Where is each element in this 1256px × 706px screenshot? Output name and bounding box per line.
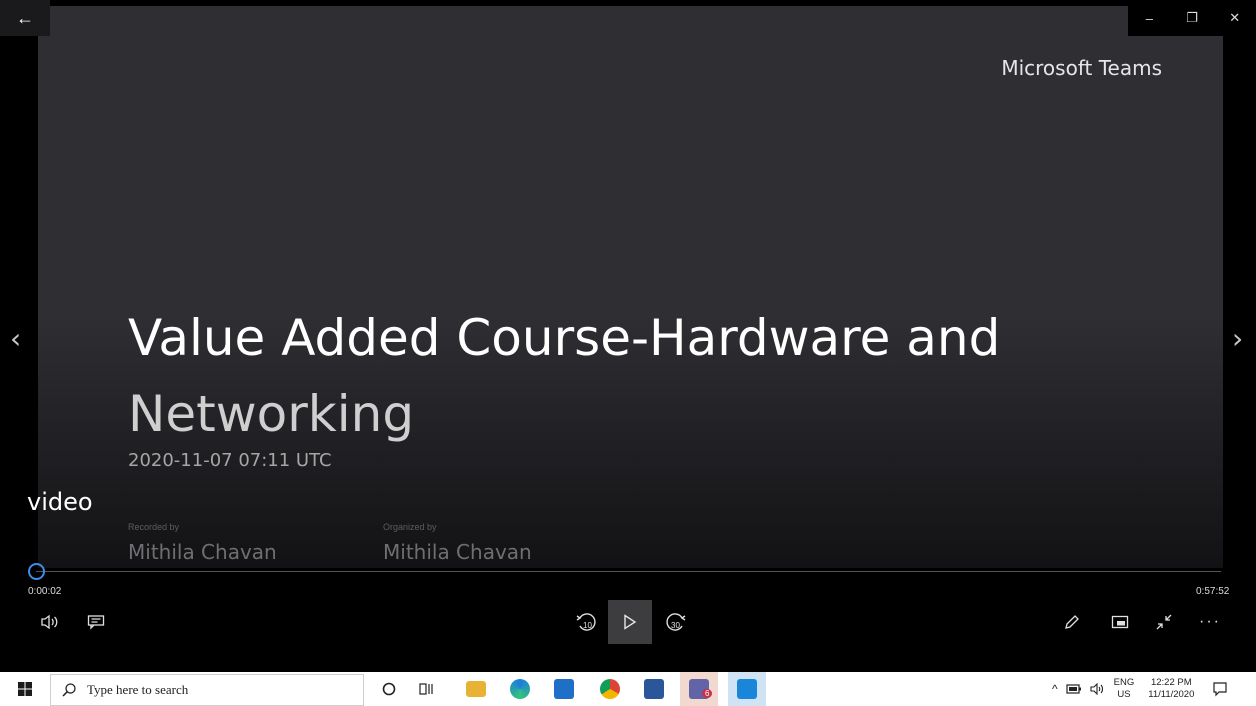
slide-title-line1: Value Added Course-Hardware and [128,309,1001,367]
seek-bar[interactable] [36,571,1221,572]
search-placeholder: Type here to search [87,682,189,697]
recorded-by-label: Recorded by [128,522,180,532]
seek-thumb[interactable] [28,563,45,580]
folder-icon [466,681,486,697]
system-tray: ^ ENG US 12:22 PM 11/11/2020 [1052,672,1228,706]
captions-button[interactable] [82,608,110,636]
store-button[interactable] [551,672,577,706]
word-icon [644,679,664,699]
store-icon [554,679,574,699]
battery-icon[interactable] [1066,683,1082,695]
slide-title: Value Added Course-Hardware and Networki… [128,300,1068,452]
mini-view-icon [1111,615,1129,629]
recording-timestamp: 2020-11-07 07:11 UTC [128,450,332,471]
organized-by-name: Mithila Chavan [383,540,532,564]
rewind-10-icon: 10 [576,613,596,631]
language-top: ENG [1113,677,1135,688]
media-viewer-window: ← – ❐ ✕ Microsoft Teams Value Added Cour… [0,0,1256,672]
skip-back-button[interactable]: 10 [572,608,600,636]
organized-by: Organized by Mithila Chavan [383,522,532,564]
exit-fullscreen-button[interactable] [1150,608,1178,636]
teams-notification-badge: 6 [702,689,713,698]
taskbar-search[interactable]: Type here to search [50,674,364,706]
edit-button[interactable] [1058,608,1086,636]
speaker-icon [41,614,58,630]
word-button[interactable] [641,672,667,706]
minimize-button[interactable]: – [1128,0,1171,36]
play-button[interactable] [608,600,652,644]
edge-button[interactable] [507,672,533,706]
language-indicator[interactable]: ENG US [1114,677,1135,701]
search-icon [62,683,76,697]
exit-fullscreen-icon [1156,614,1172,630]
mini-view-button[interactable] [1106,608,1134,636]
previous-arrow-icon[interactable]: ‹ [10,322,21,355]
volume-icon[interactable] [1090,683,1106,695]
show-hidden-icons-icon[interactable]: ^ [1052,682,1058,696]
skip-forward-button[interactable]: 30 [662,608,690,636]
forward-30-icon: 30 [666,613,686,631]
video-caption: video [27,488,93,516]
language-bottom: US [1117,689,1131,700]
current-time: 0:00:02 [28,586,62,597]
recorded-by-name: Mithila Chavan [128,540,277,564]
clock-time: 12:22 PM [1150,677,1192,688]
skip-forward-value: 30 [671,621,680,630]
duration: 0:57:52 [1196,586,1230,597]
cortana-icon [382,682,396,696]
play-icon [624,614,637,630]
recorded-by: Recorded by Mithila Chavan [128,522,277,564]
more-options-button[interactable]: ··· [1196,608,1224,636]
restore-button[interactable]: ❐ [1171,0,1214,36]
slide-title-line2: Networking [128,385,415,443]
chrome-button[interactable] [597,672,623,706]
close-button[interactable]: ✕ [1213,0,1256,36]
video-frame[interactable] [38,6,1223,568]
file-explorer-button[interactable] [463,672,489,706]
captions-icon [87,615,105,630]
edge-icon [510,679,530,699]
movies-tv-button[interactable] [728,672,766,706]
task-view-icon [419,683,433,695]
next-arrow-icon[interactable]: › [1232,322,1243,355]
task-view-button[interactable] [414,672,440,706]
pencil-icon [1065,615,1079,629]
windows-logo-icon [18,682,32,696]
start-button[interactable] [8,672,42,706]
notifications-icon[interactable] [1212,681,1228,697]
skip-back-value: 10 [583,621,592,630]
back-button[interactable]: ← [0,0,50,36]
teams-button[interactable]: 6 [680,672,718,706]
back-arrow-icon: ← [16,7,34,28]
movies-tv-icon [737,679,757,699]
ellipsis-icon: ··· [1199,613,1221,630]
organized-by-label: Organized by [383,522,437,532]
clock-date: 11/11/2020 [1148,689,1195,700]
clock[interactable]: 12:22 PM 11/11/2020 [1148,677,1194,701]
brand-label: Microsoft Teams [1001,56,1162,80]
chrome-icon [600,679,620,699]
window-controls: – ❐ ✕ [1128,0,1256,36]
volume-button[interactable] [36,608,64,636]
cortana-button[interactable] [376,672,402,706]
